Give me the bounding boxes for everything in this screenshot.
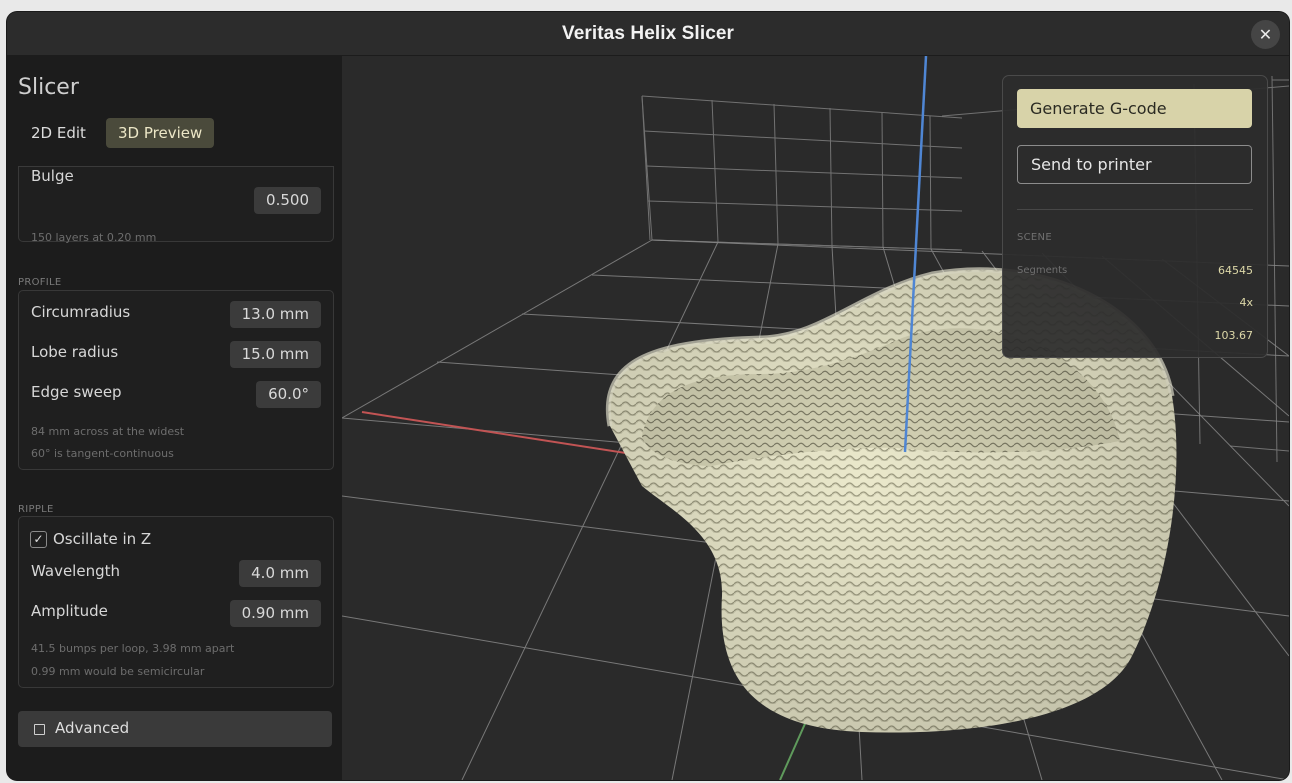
oscillate-label: Oscillate in Z bbox=[53, 530, 152, 548]
bulge-field[interactable]: 0.500 bbox=[254, 187, 321, 214]
app-window: Veritas Helix Slicer ✕ Slicer 2D Edit 3D… bbox=[7, 12, 1289, 780]
edge-sweep-field[interactable]: 60.0° bbox=[256, 381, 321, 408]
ripple-hint-semicircular: 0.99 mm would be semicircular bbox=[31, 665, 205, 678]
back-wall-grid bbox=[641, 95, 963, 251]
title-bar: Veritas Helix Slicer ✕ bbox=[7, 12, 1289, 56]
action-panel: Generate G-code Send to printer SCENE Se… bbox=[1002, 75, 1268, 358]
generate-gcode-button[interactable]: Generate G-code bbox=[1017, 89, 1252, 128]
advanced-checkbox-icon bbox=[34, 724, 45, 735]
send-to-printer-button[interactable]: Send to printer bbox=[1017, 145, 1252, 184]
profile-section-label: PROFILE bbox=[18, 277, 62, 288]
advanced-label: Advanced bbox=[55, 719, 130, 737]
wavelength-label: Wavelength bbox=[31, 562, 120, 580]
ripple-section-label: RIPPLE bbox=[18, 504, 54, 515]
stat-2-value: 4x bbox=[1239, 296, 1253, 309]
window-title: Veritas Helix Slicer bbox=[561, 22, 735, 44]
tab-3d-preview[interactable]: 3D Preview bbox=[106, 118, 215, 148]
oscillate-checkbox[interactable]: ✓ bbox=[30, 531, 47, 548]
top-settings-group: Bulge 0.500 150 layers at 0.20 mm bbox=[18, 167, 334, 244]
stat-segments-value: 64545 bbox=[1218, 264, 1253, 277]
ripple-group: ✓ Oscillate in Z Wavelength 4.0 mm Ampli… bbox=[18, 516, 334, 688]
sidebar: Slicer 2D Edit 3D Preview Bulge 0.500 15… bbox=[7, 56, 342, 780]
layers-hint: 150 layers at 0.20 mm bbox=[31, 231, 157, 244]
check-icon: ✓ bbox=[33, 532, 44, 546]
circumradius-label: Circumradius bbox=[31, 303, 131, 321]
wavelength-field[interactable]: 4.0 mm bbox=[239, 560, 321, 587]
lobe-radius-label: Lobe radius bbox=[31, 343, 119, 361]
panel-divider bbox=[1017, 209, 1253, 210]
amplitude-label: Amplitude bbox=[31, 602, 108, 620]
advanced-toggle[interactable]: Advanced bbox=[18, 711, 332, 747]
tab-2d-edit[interactable]: 2D Edit bbox=[19, 118, 98, 148]
close-icon: ✕ bbox=[1258, 25, 1273, 44]
circumradius-field[interactable]: 13.0 mm bbox=[229, 301, 321, 328]
profile-group: Circumradius 13.0 mm Lobe radius 15.0 mm… bbox=[18, 290, 334, 470]
profile-hint-width: 84 mm across at the widest bbox=[31, 425, 185, 438]
scene-section-label: SCENE bbox=[1017, 232, 1052, 243]
lobe-radius-field[interactable]: 15.0 mm bbox=[229, 341, 321, 368]
stat-segments-label: Segments bbox=[1017, 265, 1068, 276]
bulge-label: Bulge bbox=[31, 167, 74, 185]
amplitude-field[interactable]: 0.90 mm bbox=[229, 600, 321, 627]
ripple-hint-bumps: 41.5 bumps per loop, 3.98 mm apart bbox=[31, 642, 235, 655]
close-button[interactable]: ✕ bbox=[1251, 20, 1280, 49]
edge-sweep-label: Edge sweep bbox=[31, 383, 122, 401]
stat-3-value: 103.67 bbox=[1214, 329, 1254, 342]
sidebar-title: Slicer bbox=[18, 75, 79, 100]
profile-hint-tangent: 60° is tangent-continuous bbox=[31, 447, 174, 460]
